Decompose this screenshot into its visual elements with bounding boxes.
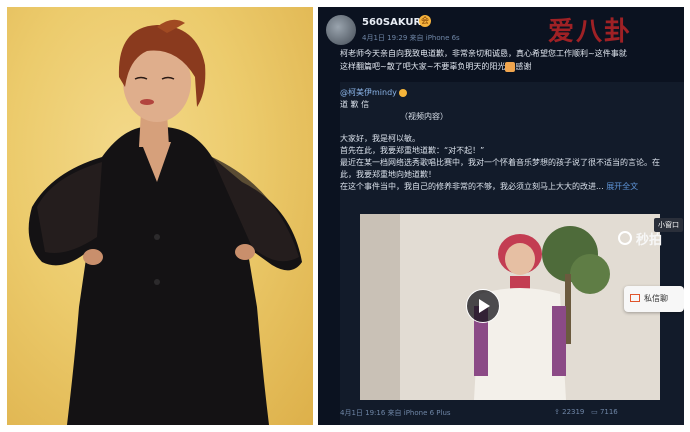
video-thumbnail[interactable]	[360, 214, 660, 400]
emoji-icon	[505, 61, 516, 72]
post-meta: 4月1日 19:29 来自 iPhone 6s	[362, 34, 460, 42]
verified-icon	[398, 88, 407, 97]
repost-stats: ⇪ 22319 ▭ 7116	[554, 408, 618, 416]
user-avatar[interactable]	[326, 15, 356, 45]
repost-meta: 4月1日 19:16 来自 iPhone 6 Plus	[340, 409, 451, 417]
video-note: （视频内容）	[400, 112, 448, 121]
miaopai-logo-icon	[618, 231, 632, 245]
vip-badge-icon: 会	[419, 15, 431, 27]
post-line-1: 柯老师今天亲自向我致电道歉，非常亲切和诚恳，真心希望您工作顺利~这件事就	[340, 49, 627, 58]
video-scene	[360, 214, 660, 400]
repost-mention[interactable]: @柯美伊mindy	[340, 88, 397, 97]
share-icon[interactable]: ⇪	[554, 408, 560, 416]
envelope-icon	[630, 294, 640, 302]
woman-portrait	[28, 19, 303, 425]
repost-paragraph: 最近在某一档网络选秀歌唱比赛中，我对一个怀着音乐梦想的孩子说了很不适当的言论。在	[340, 158, 660, 167]
repost-body: @柯美伊mindy 道 歉 信 （视频内容） 大家好，我是柯以敏。 首先在此，我…	[340, 87, 660, 193]
comment-count[interactable]: 7116	[600, 408, 618, 416]
post-text: 柯老师今天亲自向我致电道歉，非常亲切和诚恳，真心希望您工作顺利~这件事就 这样翻…	[340, 47, 678, 73]
play-button[interactable]	[466, 289, 500, 323]
comment-icon[interactable]: ▭	[591, 408, 598, 416]
repost-paragraph: 首先在此，我要郑重地道歉：“对不起！”	[340, 146, 485, 155]
private-message-button[interactable]: 私信聊	[624, 286, 684, 312]
watermark: 爱八卦	[548, 17, 633, 47]
left-photo	[7, 7, 313, 425]
weibo-post-panel: 560SAKURA 会 4月1日 19:29 来自 iPhone 6s 爱八卦 …	[318, 7, 684, 425]
repost-count[interactable]: 22319	[562, 408, 584, 416]
repost-paragraph: 大家好，我是柯以敏。	[340, 134, 420, 143]
repost-paragraph: 在这个事件当中，我自己的修养非常的不够，我必须立刻马上大大的改进...	[340, 182, 604, 191]
expand-full-text-link[interactable]: 展开全文	[606, 182, 638, 191]
repost-paragraph: 此，我要郑重地向她道歉！	[340, 170, 436, 179]
repost-title: 道 歉 信	[340, 100, 370, 109]
post-line-2: 这样翻篇吧~散了吧大家~不要辜负明天的阳光	[340, 62, 506, 71]
private-message-label: 私信聊	[644, 294, 668, 303]
video-brand: 秒拍	[636, 233, 663, 248]
post-thanks: 感谢	[515, 62, 532, 71]
